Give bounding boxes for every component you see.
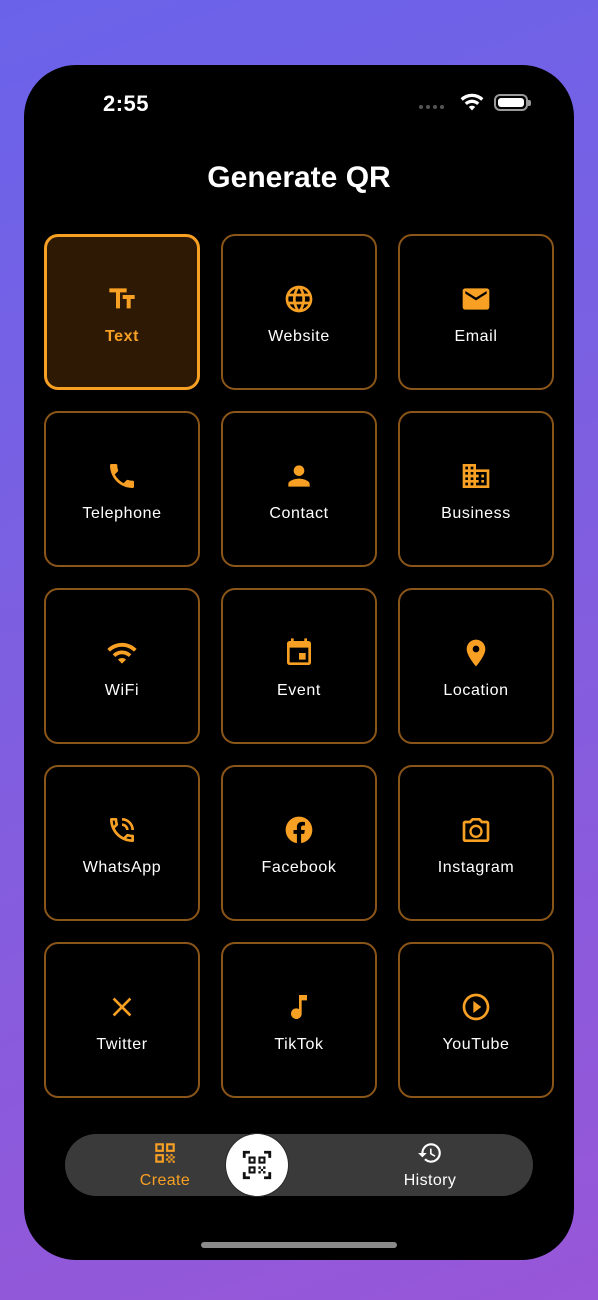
phone-icon bbox=[106, 460, 138, 492]
tile-youtube[interactable]: YouTube bbox=[398, 942, 554, 1098]
x-icon bbox=[106, 991, 138, 1023]
music-note-icon bbox=[283, 991, 315, 1023]
tile-label: WiFi bbox=[104, 681, 140, 699]
qr-type-grid: Text Website Email Telephone Contact Bus… bbox=[44, 234, 554, 1098]
page-title: Generate QR bbox=[207, 161, 391, 194]
battery-icon bbox=[494, 93, 531, 111]
tile-event[interactable]: Event bbox=[221, 588, 377, 744]
tile-website[interactable]: Website bbox=[221, 234, 377, 390]
tile-label: Contact bbox=[269, 504, 329, 522]
tile-facebook[interactable]: Facebook bbox=[221, 765, 377, 921]
tile-label: TikTok bbox=[274, 1035, 324, 1053]
tile-contact[interactable]: Contact bbox=[221, 411, 377, 567]
location-pin-icon bbox=[460, 637, 492, 669]
facebook-icon bbox=[283, 814, 315, 846]
phone-screen: 2:55 Generate QR Text Website Email Tele… bbox=[24, 65, 574, 1260]
tab-create-label: Create bbox=[139, 1172, 191, 1189]
wifi-icon bbox=[106, 637, 138, 669]
tile-label: Telephone bbox=[82, 504, 162, 522]
tab-history[interactable]: History bbox=[370, 1140, 490, 1190]
phone-in-talk-icon bbox=[106, 814, 138, 846]
tile-twitter[interactable]: Twitter bbox=[44, 942, 200, 1098]
play-circle-icon bbox=[460, 991, 492, 1023]
wifi-status-icon bbox=[460, 93, 484, 111]
tile-label: WhatsApp bbox=[82, 858, 162, 876]
tile-whatsapp[interactable]: WhatsApp bbox=[44, 765, 200, 921]
calendar-icon bbox=[283, 637, 315, 669]
tile-label: Business bbox=[441, 504, 511, 522]
text-format-icon bbox=[106, 283, 138, 315]
tab-history-label: History bbox=[403, 1172, 457, 1189]
tile-label: Twitter bbox=[96, 1035, 148, 1053]
tile-label: Location bbox=[443, 681, 509, 699]
tile-instagram[interactable]: Instagram bbox=[398, 765, 554, 921]
globe-icon bbox=[283, 283, 315, 315]
tile-label: Website bbox=[268, 327, 330, 345]
tile-text[interactable]: Text bbox=[44, 234, 200, 390]
scan-qr-button[interactable] bbox=[226, 1134, 288, 1196]
tile-label: Event bbox=[277, 681, 321, 699]
tile-label: Instagram bbox=[437, 858, 515, 876]
tile-label: YouTube bbox=[442, 1035, 510, 1053]
tile-label: Email bbox=[454, 327, 498, 345]
status-bar: 2:55 bbox=[24, 65, 574, 145]
history-icon bbox=[417, 1140, 443, 1171]
status-time: 2:55 bbox=[103, 91, 150, 116]
qr-grid-icon bbox=[152, 1140, 178, 1171]
building-icon bbox=[460, 460, 492, 492]
tile-label: Facebook bbox=[261, 858, 337, 876]
tile-tiktok[interactable]: TikTok bbox=[221, 942, 377, 1098]
status-icons bbox=[419, 93, 531, 111]
home-indicator bbox=[201, 1242, 397, 1248]
bottom-tab-bar: Create History bbox=[65, 1134, 533, 1196]
tile-business[interactable]: Business bbox=[398, 411, 554, 567]
tile-wifi[interactable]: WiFi bbox=[44, 588, 200, 744]
envelope-icon bbox=[460, 283, 492, 315]
tile-location[interactable]: Location bbox=[398, 588, 554, 744]
person-icon bbox=[283, 460, 315, 492]
camera-icon bbox=[460, 814, 492, 846]
tab-create[interactable]: Create bbox=[105, 1140, 225, 1190]
tile-email[interactable]: Email bbox=[398, 234, 554, 390]
cellular-signal-icon bbox=[419, 105, 444, 109]
tile-label: Text bbox=[104, 327, 140, 345]
tile-telephone[interactable]: Telephone bbox=[44, 411, 200, 567]
qr-scan-icon bbox=[242, 1150, 272, 1180]
